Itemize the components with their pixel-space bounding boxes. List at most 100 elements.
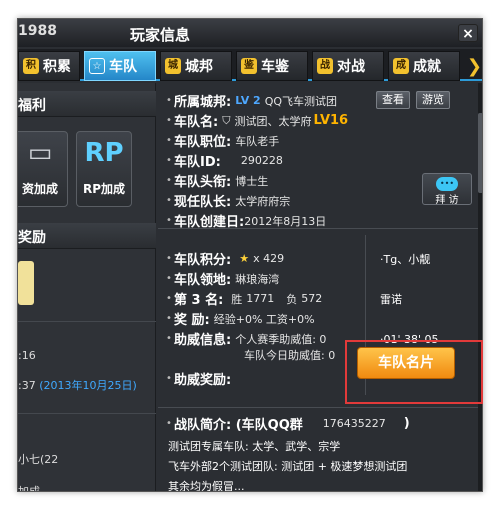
intro-line-3: 其余均为假冒... [168, 480, 245, 492]
rank-row: • 第 3 名: 胜 1771 负 572 [166, 289, 322, 308]
id-value: 290228 [240, 154, 283, 167]
team-stats-panel: • 车队积分: ★ x 429 • 车队领地: 琳琅海湾 • 第 3 名: 胜 … [158, 235, 366, 395]
city-label: 所属城邦: [174, 95, 232, 110]
reward-value: 经验+0% 工资+0% [213, 312, 315, 326]
win-label: 胜 [231, 292, 243, 306]
lose-value: 572 [301, 292, 323, 305]
reward-label: 奖 励: [174, 313, 210, 328]
rp-bonus-label: RP加成 [82, 182, 126, 196]
assist-reward-row: • 助威奖励: [166, 369, 231, 388]
title-bar: 1988 玩家信息 × [18, 19, 482, 47]
id-row: • 车队ID: 290228 [166, 151, 283, 170]
leader-row: • 现任队长: 太学府府宗 [166, 191, 291, 211]
tab-label: 积累 [43, 59, 71, 75]
city-level: LV 2 [235, 94, 261, 107]
book-icon: 鉴 [241, 58, 257, 74]
title-value: 博士生 [235, 174, 269, 188]
rp-bonus-button[interactable]: RP RP加成 [76, 131, 132, 207]
chat-icon: ••• [436, 177, 458, 191]
tab-label: 对战 [337, 59, 365, 75]
star-icon: ☆ [89, 58, 105, 74]
assist-reward-label: 助威奖励: [174, 373, 232, 388]
view-button[interactable]: 查看 [376, 91, 410, 109]
visit-button[interactable]: ••• 拜 访 [422, 173, 472, 206]
left-line-1: :16 [18, 349, 36, 362]
win-value: 1771 [246, 292, 275, 305]
assist-label: 助威信息: [174, 333, 232, 348]
intro-header: • 战队简介: (车队QQ群 176435227 ) [166, 416, 410, 433]
team-intro: • 战队简介: (车队QQ群 176435227 ) 测试团专属车队: 太学、武… [158, 407, 478, 492]
role-label: 车队职位: [174, 135, 232, 150]
paw-icon: 战 [317, 58, 333, 74]
section-welfare: 福利 [18, 91, 156, 117]
medal-icon: 成 [393, 58, 409, 74]
divider [18, 413, 156, 414]
reward-row: • 奖 励: 经验+0% 工资+0% [166, 309, 315, 329]
tab-label: 车队 [109, 59, 137, 75]
id-label: 车队ID: [174, 155, 221, 170]
title-label: 车队头衔: [174, 175, 232, 190]
territory-label: 车队领地: [174, 273, 232, 288]
territory-value: 琳琅海湾 [235, 272, 280, 286]
scrollbar[interactable] [478, 83, 482, 491]
intro-paren: ) [403, 416, 410, 431]
resource-bonus-label: 资加成 [21, 182, 58, 196]
tab-car-guide[interactable]: 鉴 车鉴 [236, 51, 308, 81]
created-row: • 车队创建日: 2012年8月13日 [166, 211, 327, 231]
scroll-thumb[interactable] [478, 113, 482, 193]
tab-battle[interactable]: 战 对战 [312, 51, 384, 81]
left-line-2: :37 (2013年10月25日) [18, 377, 137, 393]
created-value: 2012年8月13日 [244, 214, 327, 228]
accumulate-icon: 积 [23, 58, 39, 74]
leader-value: 太学府府宗 [235, 194, 291, 208]
rp-plus-icon: RP [84, 138, 124, 168]
tab-bar: 积 积累 ☆ 车队 城 城邦 鉴 车鉴 战 对战 成 成就 ❯ [18, 49, 482, 81]
team-level: LV16 [313, 113, 349, 128]
city-icon: 城 [165, 58, 181, 74]
tab-label: 车鉴 [261, 59, 289, 75]
assist-row: • 助威信息: 个人赛季助威值: 0 [166, 329, 327, 349]
city-value: QQ飞车测试团 [264, 94, 338, 108]
city-row: • 所属城邦: LV 2 QQ飞车测试团 [166, 91, 337, 110]
tab-accumulate[interactable]: 积 积累 [18, 51, 80, 81]
lose-label: 负 [286, 292, 298, 306]
player-info-window: 1988 玩家信息 × 积 积累 ☆ 车队 城 城邦 鉴 车鉴 战 对战 成 成… [17, 18, 483, 492]
tab-label: 成就 [413, 59, 441, 75]
left-line-2-date: (2013年10月25日) [39, 379, 137, 392]
assist-personal: 个人赛季助威值: 0 [235, 332, 327, 346]
assist-team: 车队今日助威值: 0 [244, 349, 336, 362]
star-icon: ★ [239, 252, 250, 265]
title-row: • 车队头衔: 博士生 [166, 171, 269, 191]
team-emblem-icon: ⛉ [222, 113, 231, 127]
title-left-text: 1988 [18, 23, 57, 39]
left-line-2-time: :37 [18, 379, 36, 392]
intro-label: 战队简介: (车队QQ群 [174, 418, 303, 433]
section-reward: 奖励 [18, 223, 156, 249]
score-value: x 429 [253, 252, 285, 265]
rank-label: 第 3 名: [174, 293, 224, 308]
tab-city[interactable]: 城 城邦 [160, 51, 232, 81]
role-row: • 车队职位: 车队老手 [166, 131, 279, 151]
territory-row: • 车队领地: 琳琅海湾 [166, 269, 280, 289]
tab-team[interactable]: ☆ 车队 [84, 51, 156, 81]
side-line-2: 雷诺 [380, 293, 402, 306]
left-pane: 福利 ▭ 资加成 RP RP加成 奖励 :16 :37 (2013年10月25日… [18, 83, 156, 492]
intro-qq: 176435227 [322, 417, 386, 430]
highlight-box [345, 340, 483, 404]
card-icon: ▭ [27, 138, 53, 168]
reward-item-icon[interactable] [18, 261, 34, 305]
team-info-panel: • 所属城邦: LV 2 QQ飞车测试团 查看 游览 • 车队名: ⛉ 测试团、… [158, 87, 478, 231]
leader-label: 现任队长: [174, 195, 232, 210]
chevron-right-icon[interactable]: ❯ [467, 56, 482, 77]
tab-achievement[interactable]: 成 成就 [388, 51, 460, 81]
close-button[interactable]: × [458, 24, 478, 42]
resource-bonus-button[interactable]: ▭ 资加成 [18, 131, 68, 207]
left-line-3: 小七(22 [18, 453, 59, 466]
tour-button[interactable]: 游览 [416, 91, 450, 109]
team-row: • 车队名: ⛉ 测试团、太学府 LV16 [166, 113, 349, 130]
tab-label: 城邦 [185, 59, 213, 75]
left-line-4: 加成 [18, 485, 40, 492]
window-title: 玩家信息 [130, 26, 191, 44]
score-row: • 车队积分: ★ x 429 [166, 249, 284, 268]
score-label: 车队积分: [174, 253, 232, 268]
